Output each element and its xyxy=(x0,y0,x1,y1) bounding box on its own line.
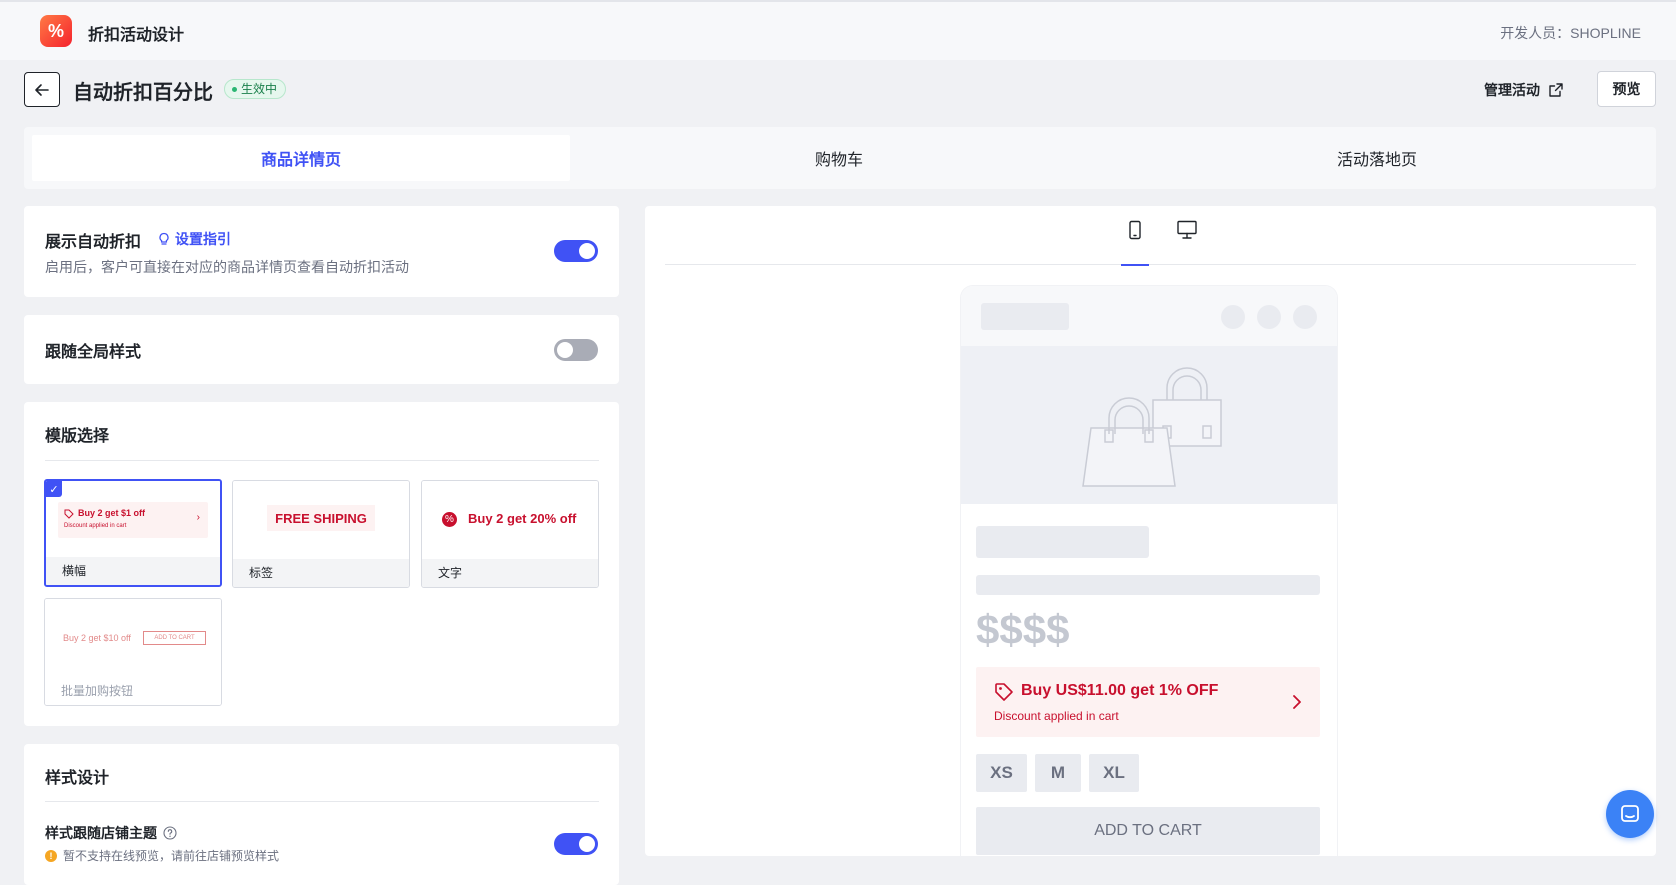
mobile-icon xyxy=(1129,220,1141,240)
checkmark-icon: ✓ xyxy=(46,481,62,497)
header-icon-placeholder xyxy=(1221,305,1245,329)
header-icon-placeholder xyxy=(1293,305,1317,329)
show-discount-card: 展示自动折扣 设置指引 启用后，客户可直接在对应的商品详情页查看自动折扣活动 xyxy=(24,206,619,297)
external-link-icon xyxy=(1549,83,1563,97)
template-option-bulk-add[interactable]: Buy 2 get $10 off ADD TO CART 批量加购按钮 xyxy=(44,598,222,706)
tag-icon xyxy=(995,683,1013,701)
product-subtitle-placeholder xyxy=(976,575,1320,595)
global-style-title: 跟随全局样式 xyxy=(45,344,142,361)
chat-icon xyxy=(1621,805,1639,822)
manage-activity-link[interactable]: 管理活动 xyxy=(1484,80,1564,100)
global-style-card: 跟随全局样式 xyxy=(24,315,619,384)
size-option-xs[interactable]: XS xyxy=(976,754,1027,792)
template-option-tag[interactable]: FREE SHIPING 标签 xyxy=(232,480,410,588)
template-card: 模版选择 Buy 2 get $1 off Discount applied i… xyxy=(24,402,619,726)
tab-cart[interactable]: 购物车 xyxy=(570,135,1108,181)
back-button[interactable] xyxy=(24,72,60,107)
help-circle-icon[interactable] xyxy=(163,826,177,840)
preview-warning: ! 暂不支持在线预览，请前往店铺预览样式 xyxy=(45,847,279,864)
discount-logo-icon: % xyxy=(40,15,72,47)
follow-theme-label: 样式跟随店铺主题 xyxy=(45,825,157,841)
mobile-preview-frame: $$$$ Buy US$11.00 get 1% OFF Discount ap… xyxy=(961,286,1337,856)
bulk-preview-title: Buy 2 get $10 off xyxy=(63,633,131,643)
header-icon-placeholder xyxy=(1257,305,1281,329)
template-option-text[interactable]: % Buy 2 get 20% off 文字 xyxy=(421,480,599,588)
page-tabs: 商品详情页 购物车 活动落地页 xyxy=(24,127,1656,189)
status-dot-icon xyxy=(232,86,237,92)
chevron-right-icon: › xyxy=(196,512,200,523)
status-badge: 生效中 xyxy=(224,79,287,99)
banner-preview-sub: Discount applied in cart xyxy=(64,523,127,529)
arrow-left-icon xyxy=(35,83,49,96)
bulk-preview-button: ADD TO CART xyxy=(143,631,206,645)
show-discount-desc: 启用后，客户可直接在对应的商品详情页查看自动折扣活动 xyxy=(45,259,409,275)
template-label-tag: 标签 xyxy=(233,559,409,587)
style-design-title: 样式设计 xyxy=(45,770,110,787)
setup-guide-label: 设置指引 xyxy=(175,231,231,247)
product-title-placeholder xyxy=(976,526,1149,558)
desktop-device-tab[interactable] xyxy=(1175,220,1199,250)
lightbulb-icon xyxy=(159,232,169,245)
desktop-icon xyxy=(1177,220,1197,239)
template-title: 模版选择 xyxy=(45,428,110,445)
show-discount-title: 展示自动折扣 xyxy=(45,234,142,251)
tab-landing-page[interactable]: 活动落地页 xyxy=(1108,135,1646,181)
size-option-xl[interactable]: XL xyxy=(1089,754,1139,792)
show-discount-toggle[interactable] xyxy=(554,240,598,262)
global-style-toggle[interactable] xyxy=(554,339,598,361)
price-placeholder: $$$$ xyxy=(976,606,1070,653)
chevron-right-icon xyxy=(1293,695,1301,709)
tag-preview-title: FREE SHIPING xyxy=(267,505,375,531)
discount-banner-preview[interactable]: Buy US$11.00 get 1% OFF Discount applied… xyxy=(976,667,1320,737)
shopping-bag-icon xyxy=(1082,367,1222,487)
warning-icon: ! xyxy=(45,849,57,862)
follow-theme-row: 样式跟随店铺主题 xyxy=(45,823,177,843)
discount-badge-icon: % xyxy=(442,512,457,527)
template-label-banner: 横幅 xyxy=(46,557,220,585)
discount-banner-title: Buy US$11.00 get 1% OFF xyxy=(1021,682,1219,699)
follow-theme-toggle[interactable] xyxy=(554,833,598,855)
page-title: 自动折扣百分比 xyxy=(73,82,213,104)
tab-product-detail[interactable]: 商品详情页 xyxy=(32,135,570,181)
text-preview-title: Buy 2 get 20% off xyxy=(468,511,577,526)
size-option-m[interactable]: M xyxy=(1035,754,1081,792)
product-image-placeholder xyxy=(961,346,1337,504)
preview-button[interactable]: 预览 xyxy=(1597,71,1656,107)
status-text: 生效中 xyxy=(241,82,278,96)
mobile-preview-header xyxy=(961,286,1337,346)
preview-pane: $$$$ Buy US$11.00 get 1% OFF Discount ap… xyxy=(645,206,1656,856)
preview-warning-text: 暂不支持在线预览，请前往店铺预览样式 xyxy=(63,849,280,863)
add-to-cart-button[interactable]: ADD TO CART xyxy=(976,807,1320,855)
template-label-text: 文字 xyxy=(422,559,598,587)
template-option-banner[interactable]: Buy 2 get $1 off Discount applied in car… xyxy=(44,479,222,587)
chat-support-button[interactable] xyxy=(1606,790,1654,838)
banner-preview-title: Buy 2 get $1 off xyxy=(78,508,146,518)
template-label-bulk-add: 批量加购按钮 xyxy=(45,677,221,705)
app-bar: % 折扣活动设计 开发人员：SHOPLINE xyxy=(0,0,1676,60)
manage-activity-label: 管理活动 xyxy=(1484,82,1540,98)
discount-banner-subtitle: Discount applied in cart xyxy=(994,709,1119,723)
mobile-device-tab[interactable] xyxy=(1121,220,1149,266)
style-design-card: 样式设计 样式跟随店铺主题 ! 暂不支持在线预览，请前往店铺预览样式 xyxy=(24,744,619,885)
tag-icon xyxy=(64,509,74,519)
developer-info: 开发人员：SHOPLINE xyxy=(1500,25,1641,41)
setup-guide-link[interactable]: 设置指引 xyxy=(157,229,231,249)
device-tabs xyxy=(665,206,1636,266)
logo-placeholder xyxy=(981,303,1069,330)
app-title: 折扣活动设计 xyxy=(88,27,185,44)
